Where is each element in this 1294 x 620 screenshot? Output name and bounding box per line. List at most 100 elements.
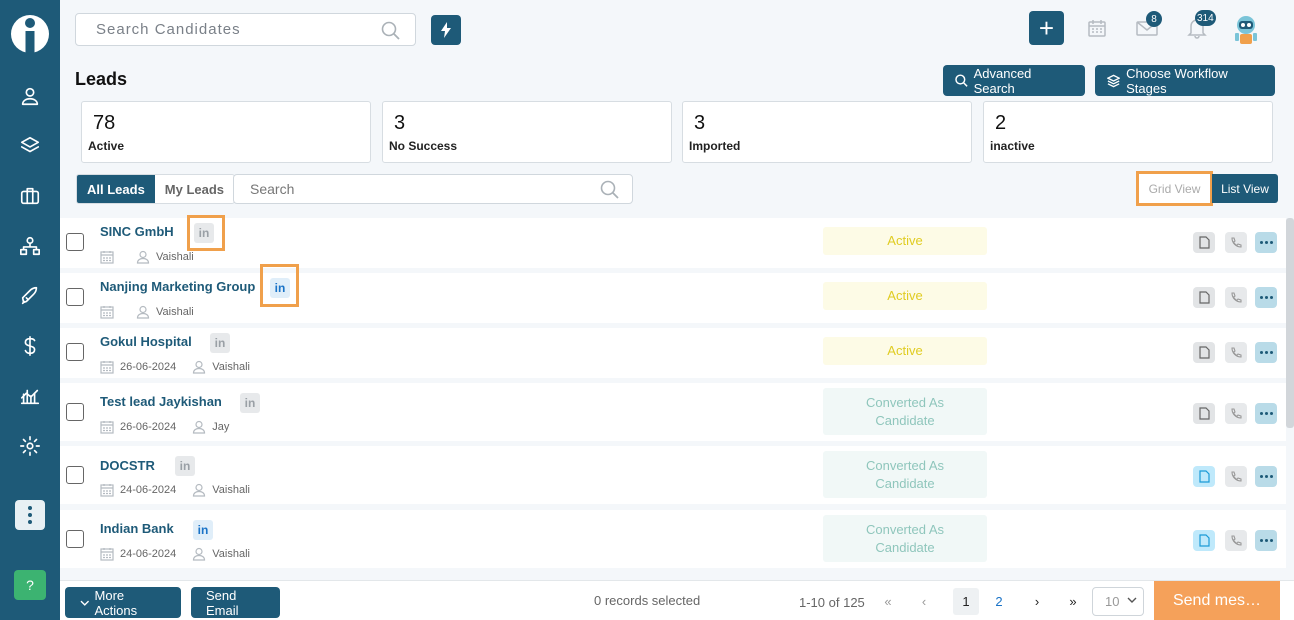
next-page-icon[interactable]: › bbox=[1024, 588, 1050, 615]
lead-row[interactable]: Indian Bank in 24-06-2024 Vaishali Conve… bbox=[60, 510, 1286, 568]
stat-label: Imported bbox=[689, 139, 741, 153]
chevron-down-icon bbox=[1127, 597, 1137, 603]
lead-row[interactable]: Gokul Hospital in 26-06-2024 Vaishali Ac… bbox=[60, 328, 1286, 378]
more-actions-icon[interactable] bbox=[1255, 342, 1277, 363]
lead-name[interactable]: SINC GmbH bbox=[100, 224, 174, 239]
add-button[interactable]: + bbox=[1029, 11, 1064, 45]
lead-scope-toggle: All Leads My Leads bbox=[76, 174, 236, 204]
row-checkbox[interactable] bbox=[66, 403, 84, 421]
advanced-search-button[interactable]: Advanced Search bbox=[943, 65, 1085, 96]
document-icon[interactable] bbox=[1193, 466, 1215, 487]
lead-meta: 24-06-2024 Vaishali bbox=[100, 547, 250, 561]
highlight-box bbox=[260, 264, 299, 307]
first-page-icon[interactable]: « bbox=[875, 588, 901, 615]
row-checkbox[interactable] bbox=[66, 233, 84, 251]
linkedin-icon[interactable]: in bbox=[193, 520, 213, 540]
notification-badge: 314 bbox=[1195, 10, 1216, 26]
lead-name[interactable]: Test lead Jaykishan bbox=[100, 394, 222, 409]
page-current[interactable]: 1 bbox=[953, 588, 979, 615]
lead-row[interactable]: DOCSTR in 24-06-2024 Vaishali Converted … bbox=[60, 446, 1286, 504]
org-chart-icon[interactable] bbox=[15, 231, 45, 261]
lead-date: 26-06-2024 bbox=[120, 361, 177, 373]
send-message-button[interactable]: Send mes… bbox=[1154, 581, 1280, 620]
lead-name[interactable]: Indian Bank bbox=[100, 521, 174, 536]
linkedin-icon[interactable]: in bbox=[240, 393, 260, 413]
lead-name[interactable]: DOCSTR bbox=[100, 458, 155, 473]
phone-icon[interactable] bbox=[1225, 232, 1247, 253]
my-leads-tab[interactable]: My Leads bbox=[155, 175, 234, 203]
more-actions-button[interactable]: More Actions bbox=[65, 587, 181, 618]
lead-name[interactable]: Gokul Hospital bbox=[100, 334, 192, 349]
more-actions-icon[interactable] bbox=[1255, 287, 1277, 308]
lead-row[interactable]: Test lead Jaykishan in 26-06-2024 Jay Co… bbox=[60, 383, 1286, 441]
stat-card-inactive[interactable]: 2 inactive bbox=[983, 101, 1273, 163]
search-icon[interactable] bbox=[600, 180, 620, 200]
phone-icon[interactable] bbox=[1225, 466, 1247, 487]
stat-label: Active bbox=[88, 139, 125, 153]
avatar[interactable] bbox=[1228, 11, 1264, 47]
phone-icon[interactable] bbox=[1225, 530, 1247, 551]
gear-icon[interactable] bbox=[15, 431, 45, 461]
phone-icon[interactable] bbox=[1225, 342, 1247, 363]
quick-action-button[interactable] bbox=[431, 15, 461, 45]
more-actions-icon[interactable] bbox=[1255, 466, 1277, 487]
workflow-stages-button[interactable]: Choose Workflow Stages bbox=[1095, 65, 1275, 96]
list-view-button[interactable]: List View bbox=[1212, 174, 1278, 203]
calendar-icon bbox=[100, 484, 114, 497]
more-actions-icon[interactable] bbox=[1255, 232, 1277, 253]
document-icon[interactable] bbox=[1193, 287, 1215, 308]
rocket-icon[interactable] bbox=[15, 281, 45, 311]
all-leads-tab[interactable]: All Leads bbox=[77, 175, 155, 203]
row-checkbox[interactable] bbox=[66, 343, 84, 361]
status-badge: Converted As Candidate bbox=[823, 451, 987, 498]
page-size-value: 10 bbox=[1105, 594, 1120, 609]
stat-card-imported[interactable]: 3 Imported bbox=[682, 101, 972, 163]
document-icon[interactable] bbox=[1193, 530, 1215, 551]
more-menu-button[interactable] bbox=[15, 500, 45, 530]
phone-icon[interactable] bbox=[1225, 287, 1247, 308]
lead-owner: Vaishali bbox=[212, 548, 250, 560]
document-icon[interactable] bbox=[1193, 232, 1215, 253]
user-icon[interactable] bbox=[15, 81, 45, 111]
last-page-icon[interactable]: » bbox=[1060, 588, 1086, 615]
lead-date: 26-06-2024 bbox=[120, 421, 177, 433]
lead-owner: Vaishali bbox=[156, 251, 194, 263]
stat-card-no-success[interactable]: 3 No Success bbox=[382, 101, 672, 163]
calendar-icon[interactable] bbox=[1085, 15, 1109, 41]
lead-owner: Vaishali bbox=[212, 361, 250, 373]
more-actions-icon[interactable] bbox=[1255, 403, 1277, 424]
candidate-search-input[interactable] bbox=[76, 14, 366, 45]
stat-card-active[interactable]: 78 Active bbox=[81, 101, 371, 163]
page-link[interactable]: 2 bbox=[986, 588, 1012, 615]
send-email-button[interactable]: Send Email bbox=[191, 587, 280, 618]
lead-row[interactable]: Nanjing Marketing Group in Vaishali Acti… bbox=[60, 264, 1286, 323]
lead-name[interactable]: Nanjing Marketing Group bbox=[100, 279, 255, 294]
search-icon[interactable] bbox=[381, 21, 401, 41]
stat-value: 3 bbox=[394, 112, 406, 134]
analytics-icon[interactable] bbox=[15, 381, 45, 411]
phone-icon[interactable] bbox=[1225, 403, 1247, 424]
app-logo[interactable] bbox=[10, 10, 50, 54]
linkedin-icon[interactable]: in bbox=[210, 333, 230, 353]
more-actions-icon[interactable] bbox=[1255, 530, 1277, 551]
linkedin-icon[interactable]: in bbox=[175, 456, 195, 476]
page-size-select[interactable]: 10 bbox=[1092, 587, 1144, 616]
document-icon[interactable] bbox=[1193, 342, 1215, 363]
status-badge: Active bbox=[823, 227, 987, 255]
dollar-icon[interactable] bbox=[15, 331, 45, 361]
briefcase-icon[interactable] bbox=[15, 181, 45, 211]
lead-row[interactable]: SINC GmbH in Vaishali Active bbox=[60, 215, 1286, 268]
list-scrollbar[interactable] bbox=[1286, 218, 1294, 428]
status-badge: Converted As Candidate bbox=[823, 515, 987, 562]
layers-icon[interactable] bbox=[15, 131, 45, 161]
grid-view-button[interactable]: Grid View bbox=[1136, 171, 1213, 206]
row-checkbox[interactable] bbox=[66, 466, 84, 484]
document-icon[interactable] bbox=[1193, 403, 1215, 424]
lead-search-input[interactable] bbox=[234, 175, 584, 203]
row-checkbox[interactable] bbox=[66, 288, 84, 306]
lead-search bbox=[233, 174, 633, 204]
candidate-search bbox=[75, 13, 416, 46]
row-checkbox[interactable] bbox=[66, 530, 84, 548]
help-button[interactable]: ? bbox=[14, 570, 46, 600]
prev-page-icon[interactable]: ‹ bbox=[911, 588, 937, 615]
